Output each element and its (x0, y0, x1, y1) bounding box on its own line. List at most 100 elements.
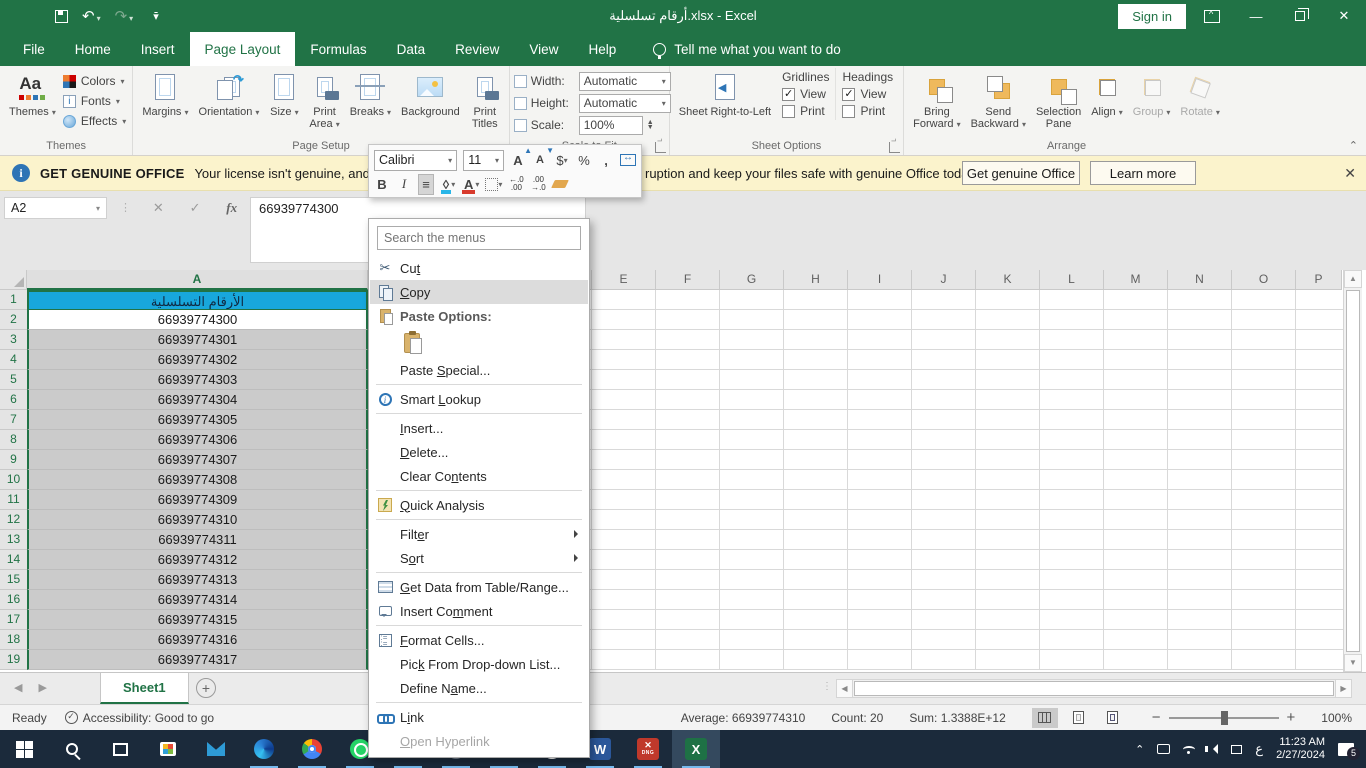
scroll-up-icon[interactable]: ▲ (1344, 270, 1362, 288)
taskbar-task-view-icon[interactable] (96, 730, 144, 768)
cell-A19[interactable]: 66939774317 (27, 650, 368, 670)
undo-button[interactable]: ↶▾ (82, 7, 101, 25)
wifi-icon[interactable] (1183, 746, 1195, 753)
scale-input[interactable]: 100% (579, 116, 643, 135)
effects-button[interactable]: Effects▾ (61, 111, 128, 131)
enter-formula-icon[interactable]: ✓ (190, 200, 201, 216)
accessibility-status[interactable]: Accessibility: Good to go (65, 711, 214, 725)
cell-A9[interactable]: 66939774307 (27, 450, 368, 470)
gridlines-print-checkbox[interactable]: Print (782, 104, 829, 118)
menu-item-delete[interactable]: Delete... (370, 440, 588, 464)
accounting-format-icon[interactable]: $ ▾ (554, 150, 570, 171)
sheet-tab-sheet1[interactable]: Sheet1 (100, 673, 189, 704)
tell-me-box[interactable]: Tell me what you want to do (653, 32, 841, 66)
column-header-M[interactable]: M (1104, 270, 1168, 290)
restore-button[interactable] (1278, 0, 1322, 32)
cell-A1[interactable]: الأرقام التسلسلية (27, 290, 368, 311)
zoom-slider[interactable] (1169, 717, 1279, 719)
warning-close-icon[interactable]: ✕ (1344, 165, 1356, 182)
next-sheet-icon[interactable]: ▶ (38, 681, 46, 694)
menu-item-filter[interactable]: Filter (370, 522, 588, 546)
scroll-left-icon[interactable]: ◀ (837, 680, 853, 697)
comma-style-icon[interactable]: , (598, 150, 614, 171)
horizontal-scrollbar[interactable]: ◀ ▶ (836, 679, 1352, 698)
scale-to-fit-dialog-launcher[interactable] (655, 142, 666, 153)
save-icon[interactable] (55, 10, 68, 23)
cancel-formula-icon[interactable]: ✕ (153, 200, 164, 216)
format-painter-icon[interactable] (552, 174, 568, 195)
taskbar-excel-icon[interactable]: X (672, 730, 720, 768)
font-name-select[interactable]: Calibri▾ (374, 150, 457, 171)
row-header-9[interactable]: 9 (0, 450, 27, 470)
cell-A6[interactable]: 66939774304 (27, 390, 368, 410)
borders-icon[interactable]: ▾ (485, 174, 502, 195)
name-box[interactable]: A2▾ (4, 197, 107, 219)
cell-A10[interactable]: 66939774308 (27, 470, 368, 490)
cell-A14[interactable]: 66939774312 (27, 550, 368, 570)
sign-in-button[interactable]: Sign in (1118, 4, 1186, 29)
column-header-O[interactable]: O (1232, 270, 1296, 290)
cell-A8[interactable]: 66939774306 (27, 430, 368, 450)
menu-item-define-name[interactable]: Define Name... (370, 676, 588, 700)
colors-button[interactable]: Colors▾ (61, 71, 128, 91)
column-header-E[interactable]: E (592, 270, 656, 290)
zoom-slider-thumb[interactable] (1221, 711, 1228, 725)
headings-print-checkbox[interactable]: Print (842, 104, 893, 118)
align-button[interactable]: Align ▾ (1086, 68, 1128, 136)
language-indicator[interactable]: ع (1255, 741, 1263, 757)
tab-formulas[interactable]: Formulas (295, 32, 381, 66)
column-header-G[interactable]: G (720, 270, 784, 290)
selection-pane-button[interactable]: Selection Pane (1031, 68, 1086, 136)
menu-item-link[interactable]: Link (370, 705, 588, 729)
column-header-H[interactable]: H (784, 270, 848, 290)
menu-item-smart-lookup[interactable]: iSmart Lookup (370, 387, 588, 411)
menu-search-input[interactable] (384, 231, 574, 245)
taskbar-dng-app-icon[interactable]: ✕DNG (624, 730, 672, 768)
rotate-button[interactable]: Rotate ▾ (1175, 68, 1224, 136)
tab-home[interactable]: Home (60, 32, 126, 66)
taskbar-edge-icon[interactable] (240, 730, 288, 768)
column-header-P[interactable]: P (1296, 270, 1342, 290)
row-header-13[interactable]: 13 (0, 530, 27, 550)
new-sheet-button[interactable]: + (196, 678, 216, 698)
row-header-18[interactable]: 18 (0, 630, 27, 650)
increase-decimal-icon[interactable]: ←.0.00 (508, 174, 524, 195)
insert-function-icon[interactable]: fx (226, 200, 237, 216)
taskbar-mail-icon[interactable] (192, 730, 240, 768)
font-color-icon[interactable]: A▾ (462, 174, 479, 195)
cell-A17[interactable]: 66939774315 (27, 610, 368, 630)
menu-item-sort[interactable]: Sort (370, 546, 588, 570)
zoom-out-icon[interactable]: − (1152, 709, 1161, 726)
horizontal-scroll-thumb[interactable] (854, 681, 1334, 696)
taskbar-chrome-icon[interactable] (288, 730, 336, 768)
menu-item-pick-from-drop-down-list[interactable]: Pick From Drop-down List... (370, 652, 588, 676)
tab-help[interactable]: Help (573, 32, 631, 66)
menu-item-get-data-from-table-range[interactable]: Get Data from Table/Range... (370, 575, 588, 599)
scroll-down-icon[interactable]: ▼ (1344, 654, 1362, 672)
row-header-4[interactable]: 4 (0, 350, 27, 370)
select-all-corner[interactable] (0, 270, 27, 290)
send-backward-button[interactable]: Send Backward ▾ (966, 68, 1031, 136)
column-header-J[interactable]: J (912, 270, 976, 290)
cell-A13[interactable]: 66939774311 (27, 530, 368, 550)
customize-qat-icon[interactable]: ▾̄ (153, 10, 158, 23)
print-area-button[interactable]: Print Area ▾ (304, 68, 344, 136)
input-indicator-icon[interactable] (1231, 745, 1242, 754)
taskbar-store-icon[interactable] (144, 730, 192, 768)
normal-view-button[interactable] (1032, 708, 1058, 728)
cell-A2[interactable]: 66939774300 (27, 310, 368, 330)
menu-item-copy[interactable]: Copy (370, 280, 588, 304)
minimize-button[interactable]: — (1234, 0, 1278, 32)
row-header-5[interactable]: 5 (0, 370, 27, 390)
gridlines-view-checkbox[interactable]: ✓View (782, 87, 829, 101)
row-header-8[interactable]: 8 (0, 430, 27, 450)
menu-item-format-cells[interactable]: :=:=Format Cells... (370, 628, 588, 652)
row-header-14[interactable]: 14 (0, 550, 27, 570)
increase-font-size-icon[interactable]: A▲ (510, 150, 526, 171)
menu-item-insert-comment[interactable]: Insert Comment (370, 599, 588, 623)
menu-item-insert[interactable]: Insert... (370, 416, 588, 440)
center-align-icon[interactable]: ≡ (418, 174, 434, 195)
volume-icon[interactable] (1208, 744, 1218, 754)
height-select[interactable]: Automatic▾ (579, 94, 671, 113)
tablet-mode-icon[interactable] (1157, 744, 1170, 754)
